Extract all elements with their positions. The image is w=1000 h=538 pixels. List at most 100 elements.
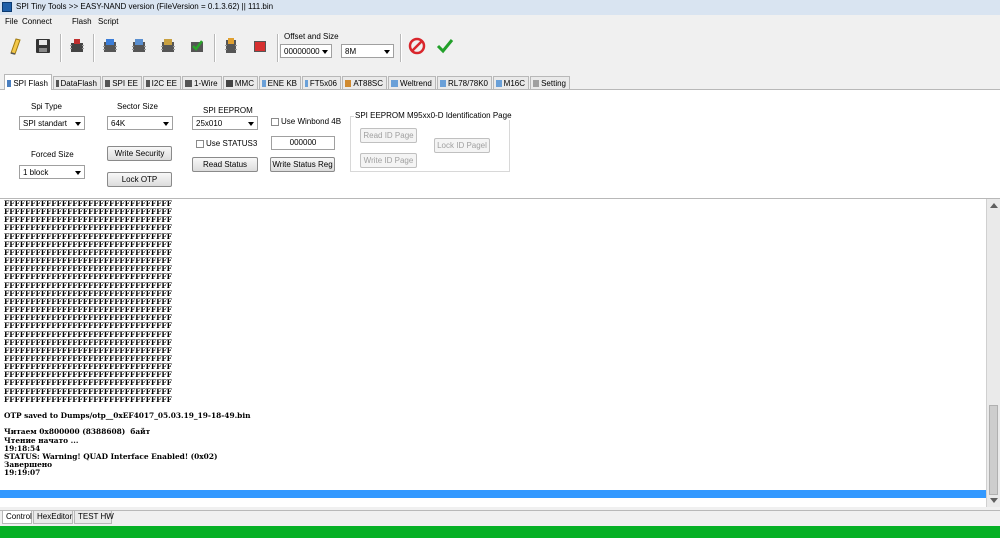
toolbar-separator	[60, 34, 62, 62]
log-output[interactable]: FFFFFFFFFFFFFFFFFFFFFFFFFFFFFFFF FFFFFFF…	[0, 199, 986, 507]
chevron-down-icon	[75, 171, 81, 175]
tab-at88sc[interactable]: AT88SC	[342, 76, 387, 89]
toolbar-separator	[93, 34, 95, 62]
tab-hexeditor[interactable]: HexEditor	[33, 511, 73, 524]
tab-control[interactable]: Control	[2, 511, 32, 524]
tab-bar: SPI Flash DataFlash SPI EE I2C EE 1-Wire…	[0, 74, 1000, 90]
save-icon[interactable]	[33, 36, 53, 56]
chip-write-icon[interactable]	[221, 36, 241, 56]
tab-ene-kb[interactable]: ENE KB	[259, 76, 301, 89]
tab-setting[interactable]: Setting	[530, 76, 570, 89]
tab-dataflash[interactable]: DataFlash	[53, 76, 101, 89]
forced-size-value: 1 block	[23, 168, 49, 177]
tab-m16c[interactable]: M16C	[493, 76, 529, 89]
write-status-reg-button[interactable]: Write Status Reg	[270, 157, 335, 172]
ft5x06-icon	[305, 80, 308, 87]
dataflash-icon	[56, 80, 59, 87]
tab-mmc[interactable]: MMC	[223, 76, 258, 89]
tab-test-hw[interactable]: TEST HW	[74, 511, 114, 524]
size-value: 8M	[345, 47, 357, 56]
read-id-page-button[interactable]: Read ID Page	[360, 128, 417, 143]
chevron-down-icon	[163, 122, 169, 126]
setting-icon	[533, 80, 540, 87]
read-status-button[interactable]: Read Status	[192, 157, 258, 172]
mmc-icon	[226, 80, 233, 87]
open-icon[interactable]	[6, 36, 26, 56]
spi-eeprom-combo[interactable]: 25x010	[192, 116, 258, 130]
menu-flash[interactable]: Flash	[72, 17, 92, 26]
i2c-ee-icon	[146, 80, 150, 87]
menu-connect[interactable]: Connect	[22, 17, 52, 26]
sector-size-label: Sector Size	[117, 102, 158, 111]
toolbar: Offset and Size 00000000 8M	[0, 30, 1000, 70]
sector-size-combo[interactable]: 64K	[107, 116, 173, 130]
weltrend-icon	[391, 80, 398, 87]
write-security-button[interactable]: Write Security	[107, 146, 172, 161]
scroll-up-icon[interactable]	[990, 203, 998, 208]
tab-ft5x06[interactable]: FT5x06	[302, 76, 341, 89]
chip-check-icon[interactable]	[187, 36, 207, 56]
spi-eeprom-value: 25x010	[196, 119, 223, 128]
tab-spi-ee[interactable]: SPI EE	[102, 76, 142, 89]
scrollbar-thumb[interactable]	[989, 405, 998, 495]
log-scrollbar[interactable]	[986, 199, 1000, 507]
rl78-icon	[440, 80, 446, 87]
sector-size-value: 64K	[111, 119, 126, 128]
spi-flash-icon	[7, 79, 12, 87]
m16c-icon	[496, 80, 502, 87]
chip-red-icon[interactable]	[67, 36, 87, 56]
menu-bar: File Connect Flash Script	[0, 15, 1000, 30]
progress-bar	[0, 526, 1000, 538]
use-status3-checkbox[interactable]	[196, 140, 204, 148]
cancel-icon[interactable]	[407, 36, 427, 56]
forced-size-label: Forced Size	[31, 150, 74, 159]
1-wire-icon	[185, 80, 192, 87]
spi-type-value: SPI standart	[23, 119, 68, 128]
title-bar: SPI Tiny Tools >> EASY-NAND version (Fil…	[0, 0, 1000, 15]
offset-size-label: Offset and Size	[284, 32, 339, 41]
spi-eeprom-label: SPI EEPROM	[203, 106, 253, 115]
log-text: FFFFFFFFFFFFFFFFFFFFFFFFFFFFFFFF FFFFFFF…	[4, 199, 251, 478]
app-icon	[2, 2, 12, 12]
chevron-down-icon	[384, 50, 390, 54]
spi-ee-icon	[105, 80, 111, 87]
size-combo[interactable]: 8M	[341, 44, 394, 58]
toolbar-separator	[400, 34, 402, 62]
chevron-down-icon	[75, 122, 81, 126]
bottom-tab-bar: Control HexEditor TEST HW	[0, 510, 1000, 525]
ok-icon[interactable]	[435, 36, 455, 56]
chevron-down-icon	[322, 50, 328, 54]
chip-erase-icon[interactable]	[158, 36, 178, 56]
use-winbond-label: Use Winbond 4B	[281, 117, 342, 126]
tab-rl78-78k0[interactable]: RL78/78K0	[437, 76, 492, 89]
id-group-label: SPI EEPROM M95xx0-D Identification Page	[354, 111, 513, 120]
tab-weltrend[interactable]: Weltrend	[388, 76, 436, 89]
chip-stop-icon[interactable]	[250, 36, 270, 56]
offset-combo[interactable]: 00000000	[280, 44, 332, 58]
status-value-input[interactable]: 000000	[271, 136, 335, 150]
window-title: SPI Tiny Tools >> EASY-NAND version (Fil…	[16, 2, 274, 11]
menu-script[interactable]: Script	[98, 17, 118, 26]
chevron-down-icon	[248, 122, 254, 126]
write-id-page-button[interactable]: Write ID Page	[360, 153, 417, 168]
scroll-down-icon[interactable]	[990, 498, 998, 503]
toolbar-separator	[277, 34, 279, 62]
spi-type-label: Spi Type	[31, 102, 62, 111]
spi-type-combo[interactable]: SPI standart	[19, 116, 85, 130]
tab-1-wire[interactable]: 1-Wire	[182, 76, 222, 89]
chip-read-icon[interactable]	[100, 36, 120, 56]
chip-verify-icon[interactable]	[129, 36, 149, 56]
lock-id-page-button[interactable]: Lock ID Pagel	[434, 138, 490, 153]
ene-kb-icon	[262, 80, 266, 87]
at88sc-icon	[345, 80, 352, 87]
spi-flash-panel: Spi Type SPI standart Sector Size 64K SP…	[0, 90, 1000, 199]
lock-otp-button[interactable]: Lock OTP	[107, 172, 172, 187]
use-status3-label: Use STATUS3	[206, 139, 258, 148]
tab-spi-flash[interactable]: SPI Flash	[4, 74, 52, 90]
tab-i2c-ee[interactable]: I2C EE	[143, 76, 181, 89]
menu-file[interactable]: File	[5, 17, 18, 26]
forced-size-combo[interactable]: 1 block	[19, 165, 85, 179]
offset-value: 00000000	[284, 47, 320, 56]
use-winbond-checkbox[interactable]	[271, 118, 279, 126]
progress-fill	[0, 526, 1000, 538]
